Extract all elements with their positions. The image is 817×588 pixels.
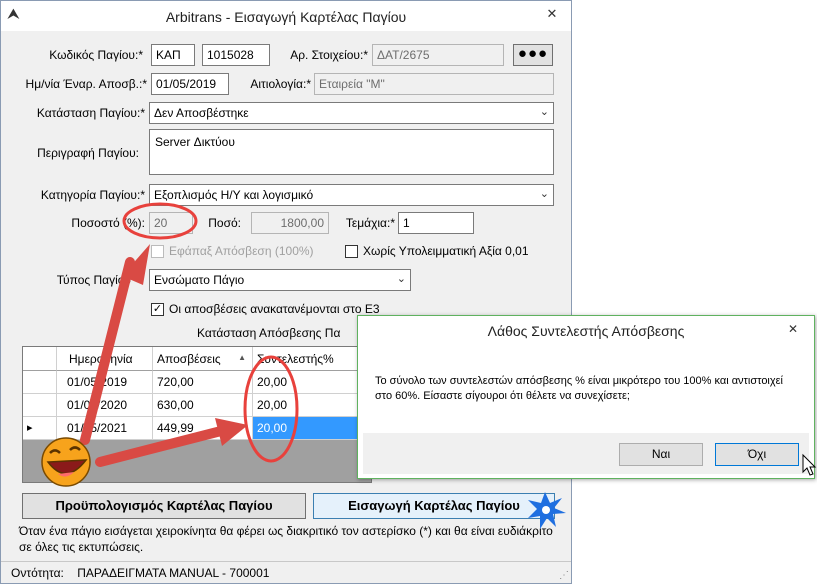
- e3-label: Οι αποσβέσεις ανακατανέμονται στο Ε3: [169, 302, 380, 316]
- title-bar[interactable]: ⮝ Arbitrans - Εισαγωγή Καρτέλας Παγίου ✕: [1, 1, 571, 31]
- category-label: Κατηγορία Παγίου:*: [40, 188, 145, 202]
- window-title: Arbitrans - Εισαγωγή Καρτέλας Παγίου: [165, 9, 407, 25]
- grid-cell-depreciation[interactable]: 720,00: [153, 371, 253, 394]
- percent-field: 20: [149, 212, 193, 234]
- table-row[interactable]: ▸ 01/05/2021 449,99 20,00: [23, 417, 371, 440]
- more-button[interactable]: ●●●: [513, 44, 553, 66]
- percent-label: Ποσοστό (%):: [71, 216, 145, 230]
- dialog-close-button[interactable]: ✕: [780, 320, 806, 338]
- lump-sum-label: Εφάπαξ Απόσβεση (100%): [169, 244, 314, 258]
- chevron-down-icon: ⌄: [539, 188, 549, 200]
- current-row-icon: ▸: [23, 417, 57, 440]
- pieces-label: Τεμάχια:*: [345, 216, 395, 230]
- dialog-footer: Ναι Όχι: [363, 433, 809, 474]
- lump-sum-checkbox: [151, 245, 164, 258]
- start-date-label: Ημ/νία Έναρ. Αποσβ.:*: [25, 77, 147, 91]
- dialog-body: Το σύνολο των συντελεστών απόσβεσης % εί…: [363, 347, 809, 433]
- grid-cell-rate[interactable]: 20,00: [253, 371, 371, 394]
- type-select-value: Ενσώματο Πάγιο: [154, 273, 245, 287]
- status-bar: Οντότητα: ΠΑΡΑΔΕΙΓΜΑΤΑ MANUAL - 700001 ⋰: [1, 561, 571, 583]
- item-no-label: Αρ. Στοιχείου:*: [290, 48, 368, 62]
- error-dialog: Λάθος Συντελεστής Απόσβεσης ✕ Το σύνολο …: [357, 315, 815, 479]
- grid-cell-depreciation[interactable]: 630,00: [153, 394, 253, 417]
- grid-header-rate[interactable]: Συντελεστής%: [253, 347, 371, 371]
- code-label: Κωδικός Παγίου:*: [49, 48, 143, 62]
- close-button[interactable]: ✕: [539, 5, 565, 23]
- category-select-value: Εξοπλισμός Η/Υ και λογισμικό: [154, 188, 314, 202]
- category-select[interactable]: Εξοπλισμός Η/Υ και λογισμικό ⌄: [149, 184, 554, 206]
- grid-cell-date[interactable]: 01/05/2020: [57, 394, 153, 417]
- type-label: Τύπος Παγίου: [56, 273, 131, 287]
- no-button[interactable]: Όχι: [715, 443, 799, 466]
- grid-cell-rate-selected[interactable]: 20,00: [253, 417, 371, 440]
- status-label: Κατάσταση Παγίου:*: [36, 106, 145, 120]
- entity-label: Οντότητα:: [11, 566, 64, 580]
- main-window: ⮝ Arbitrans - Εισαγωγή Καρτέλας Παγίου ✕…: [0, 0, 572, 584]
- sort-ascending-icon: ▲: [238, 353, 246, 362]
- grid-cell-date[interactable]: 01/05/2021: [57, 417, 153, 440]
- depreciation-grid[interactable]: Ημερομηνία Αποσβέσεις ▲ Συντελεστής% 01/…: [22, 346, 372, 483]
- item-no-field: ΔΑΤ/2675: [372, 44, 504, 66]
- grid-cell-date[interactable]: 01/05/2019: [57, 371, 153, 394]
- no-residual-checkbox[interactable]: [345, 245, 358, 258]
- dialog-title-bar[interactable]: Λάθος Συντελεστής Απόσβεσης ✕: [358, 316, 814, 344]
- grid-header-depreciation[interactable]: Αποσβέσεις ▲: [153, 347, 253, 371]
- table-row[interactable]: 01/05/2019 720,00 20,00: [23, 371, 371, 394]
- entity-value: ΠΑΡΑΔΕΙΓΜΑΤΑ MANUAL - 700001: [77, 566, 270, 580]
- amount-field: 1800,00: [251, 212, 329, 234]
- start-date-field[interactable]: 01/05/2019: [151, 73, 229, 95]
- description-label: Περιγραφή Παγίου:: [37, 146, 139, 160]
- yes-button[interactable]: Ναι: [619, 443, 703, 466]
- reason-label: Αιτιολογία:*: [250, 77, 311, 91]
- chevron-down-icon: ⌄: [396, 273, 406, 285]
- chevron-down-icon: ⌄: [539, 106, 549, 118]
- grid-corner: [23, 347, 57, 371]
- code-number-field[interactable]: 1015028: [202, 44, 270, 66]
- manual-entry-note: Όταν ένα πάγιο εισάγεται χειροκίνητα θα …: [19, 524, 553, 554]
- dialog-message: Το σύνολο των συντελεστών απόσβεσης % εί…: [375, 375, 783, 402]
- budget-button[interactable]: Προϋπολογισμός Καρτέλας Παγίου: [22, 493, 306, 519]
- row-header: [23, 394, 57, 417]
- grid-header-depreciation-label: Αποσβέσεις: [157, 352, 221, 366]
- status-select[interactable]: Δεν Αποσβέστηκε ⌄: [149, 102, 554, 124]
- depreciation-status-label: Κατάσταση Απόσβεσης Πα: [197, 326, 341, 340]
- description-textarea[interactable]: Server Δικτύου: [149, 129, 554, 175]
- grid-header-date[interactable]: Ημερομηνία: [57, 347, 153, 371]
- resize-grip-icon[interactable]: ⋰: [559, 570, 569, 581]
- grid-cell-depreciation[interactable]: 449,99: [153, 417, 253, 440]
- type-select[interactable]: Ενσώματο Πάγιο ⌄: [149, 269, 411, 291]
- no-residual-label: Χωρίς Υπολειμματική Αξία 0,01: [363, 244, 529, 258]
- dialog-title: Λάθος Συντελεστής Απόσβεσης: [487, 323, 685, 339]
- grid-cell-rate[interactable]: 20,00: [253, 394, 371, 417]
- row-header: [23, 371, 57, 394]
- insert-card-button[interactable]: Εισαγωγή Καρτέλας Παγίου: [313, 493, 555, 519]
- amount-label: Ποσό:: [208, 216, 241, 230]
- table-row[interactable]: 01/05/2020 630,00 20,00: [23, 394, 371, 417]
- e3-checkbox[interactable]: ✓: [151, 303, 164, 316]
- reason-field: Εταιρεία "Μ": [314, 73, 554, 95]
- pieces-field[interactable]: 1: [398, 212, 474, 234]
- code-prefix-field[interactable]: ΚΑΠ: [151, 44, 195, 66]
- status-select-value: Δεν Αποσβέστηκε: [154, 106, 249, 120]
